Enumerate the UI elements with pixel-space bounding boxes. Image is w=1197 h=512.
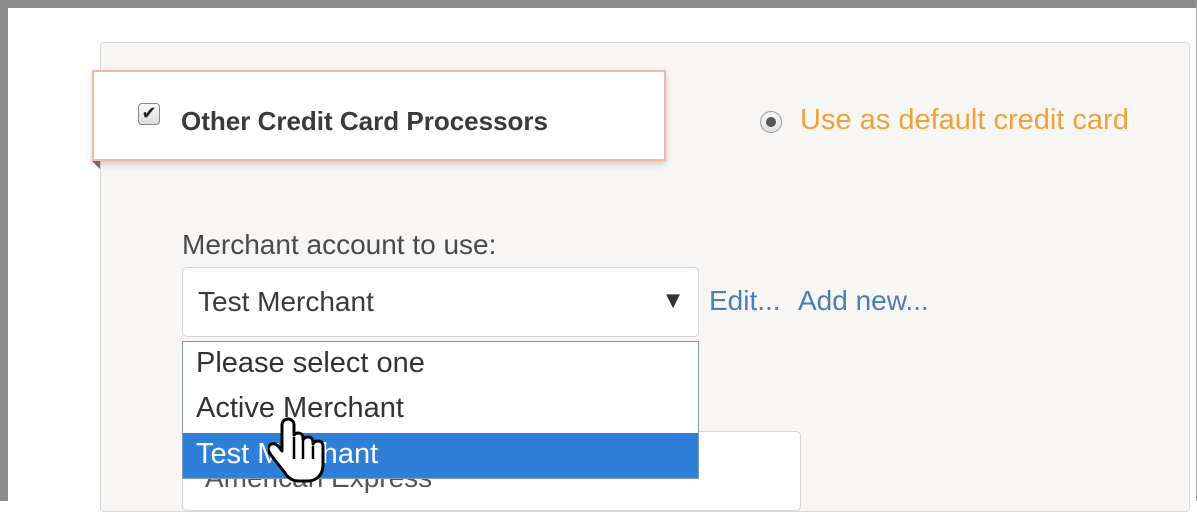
merchant-select-value: Test Merchant: [198, 286, 374, 317]
dropdown-option-please-select[interactable]: Please select one: [183, 342, 698, 387]
processor-title: Other Credit Card Processors: [181, 106, 549, 136]
radio-dot-icon: [766, 117, 776, 127]
dropdown-option-test-merchant[interactable]: Test Merchant: [183, 433, 698, 478]
default-card-label[interactable]: Use as default credit card: [800, 104, 1129, 137]
processor-checkbox[interactable]: ✔: [138, 103, 160, 125]
checkmark-icon: ✔: [141, 103, 157, 124]
add-merchant-link[interactable]: Add new...: [798, 285, 929, 317]
triangle-down-icon: ▼: [666, 290, 680, 311]
default-card-radio[interactable]: [760, 111, 782, 133]
tab-notch: [92, 161, 100, 169]
dropdown-option-active-merchant[interactable]: Active Merchant: [183, 387, 698, 432]
merchant-account-label: Merchant account to use:: [182, 229, 497, 260]
edit-merchant-link[interactable]: Edit...: [709, 285, 781, 317]
merchant-select[interactable]: Test Merchant ▼: [182, 267, 699, 337]
merchant-dropdown-list[interactable]: Please select one Active Merchant Test M…: [182, 341, 699, 479]
